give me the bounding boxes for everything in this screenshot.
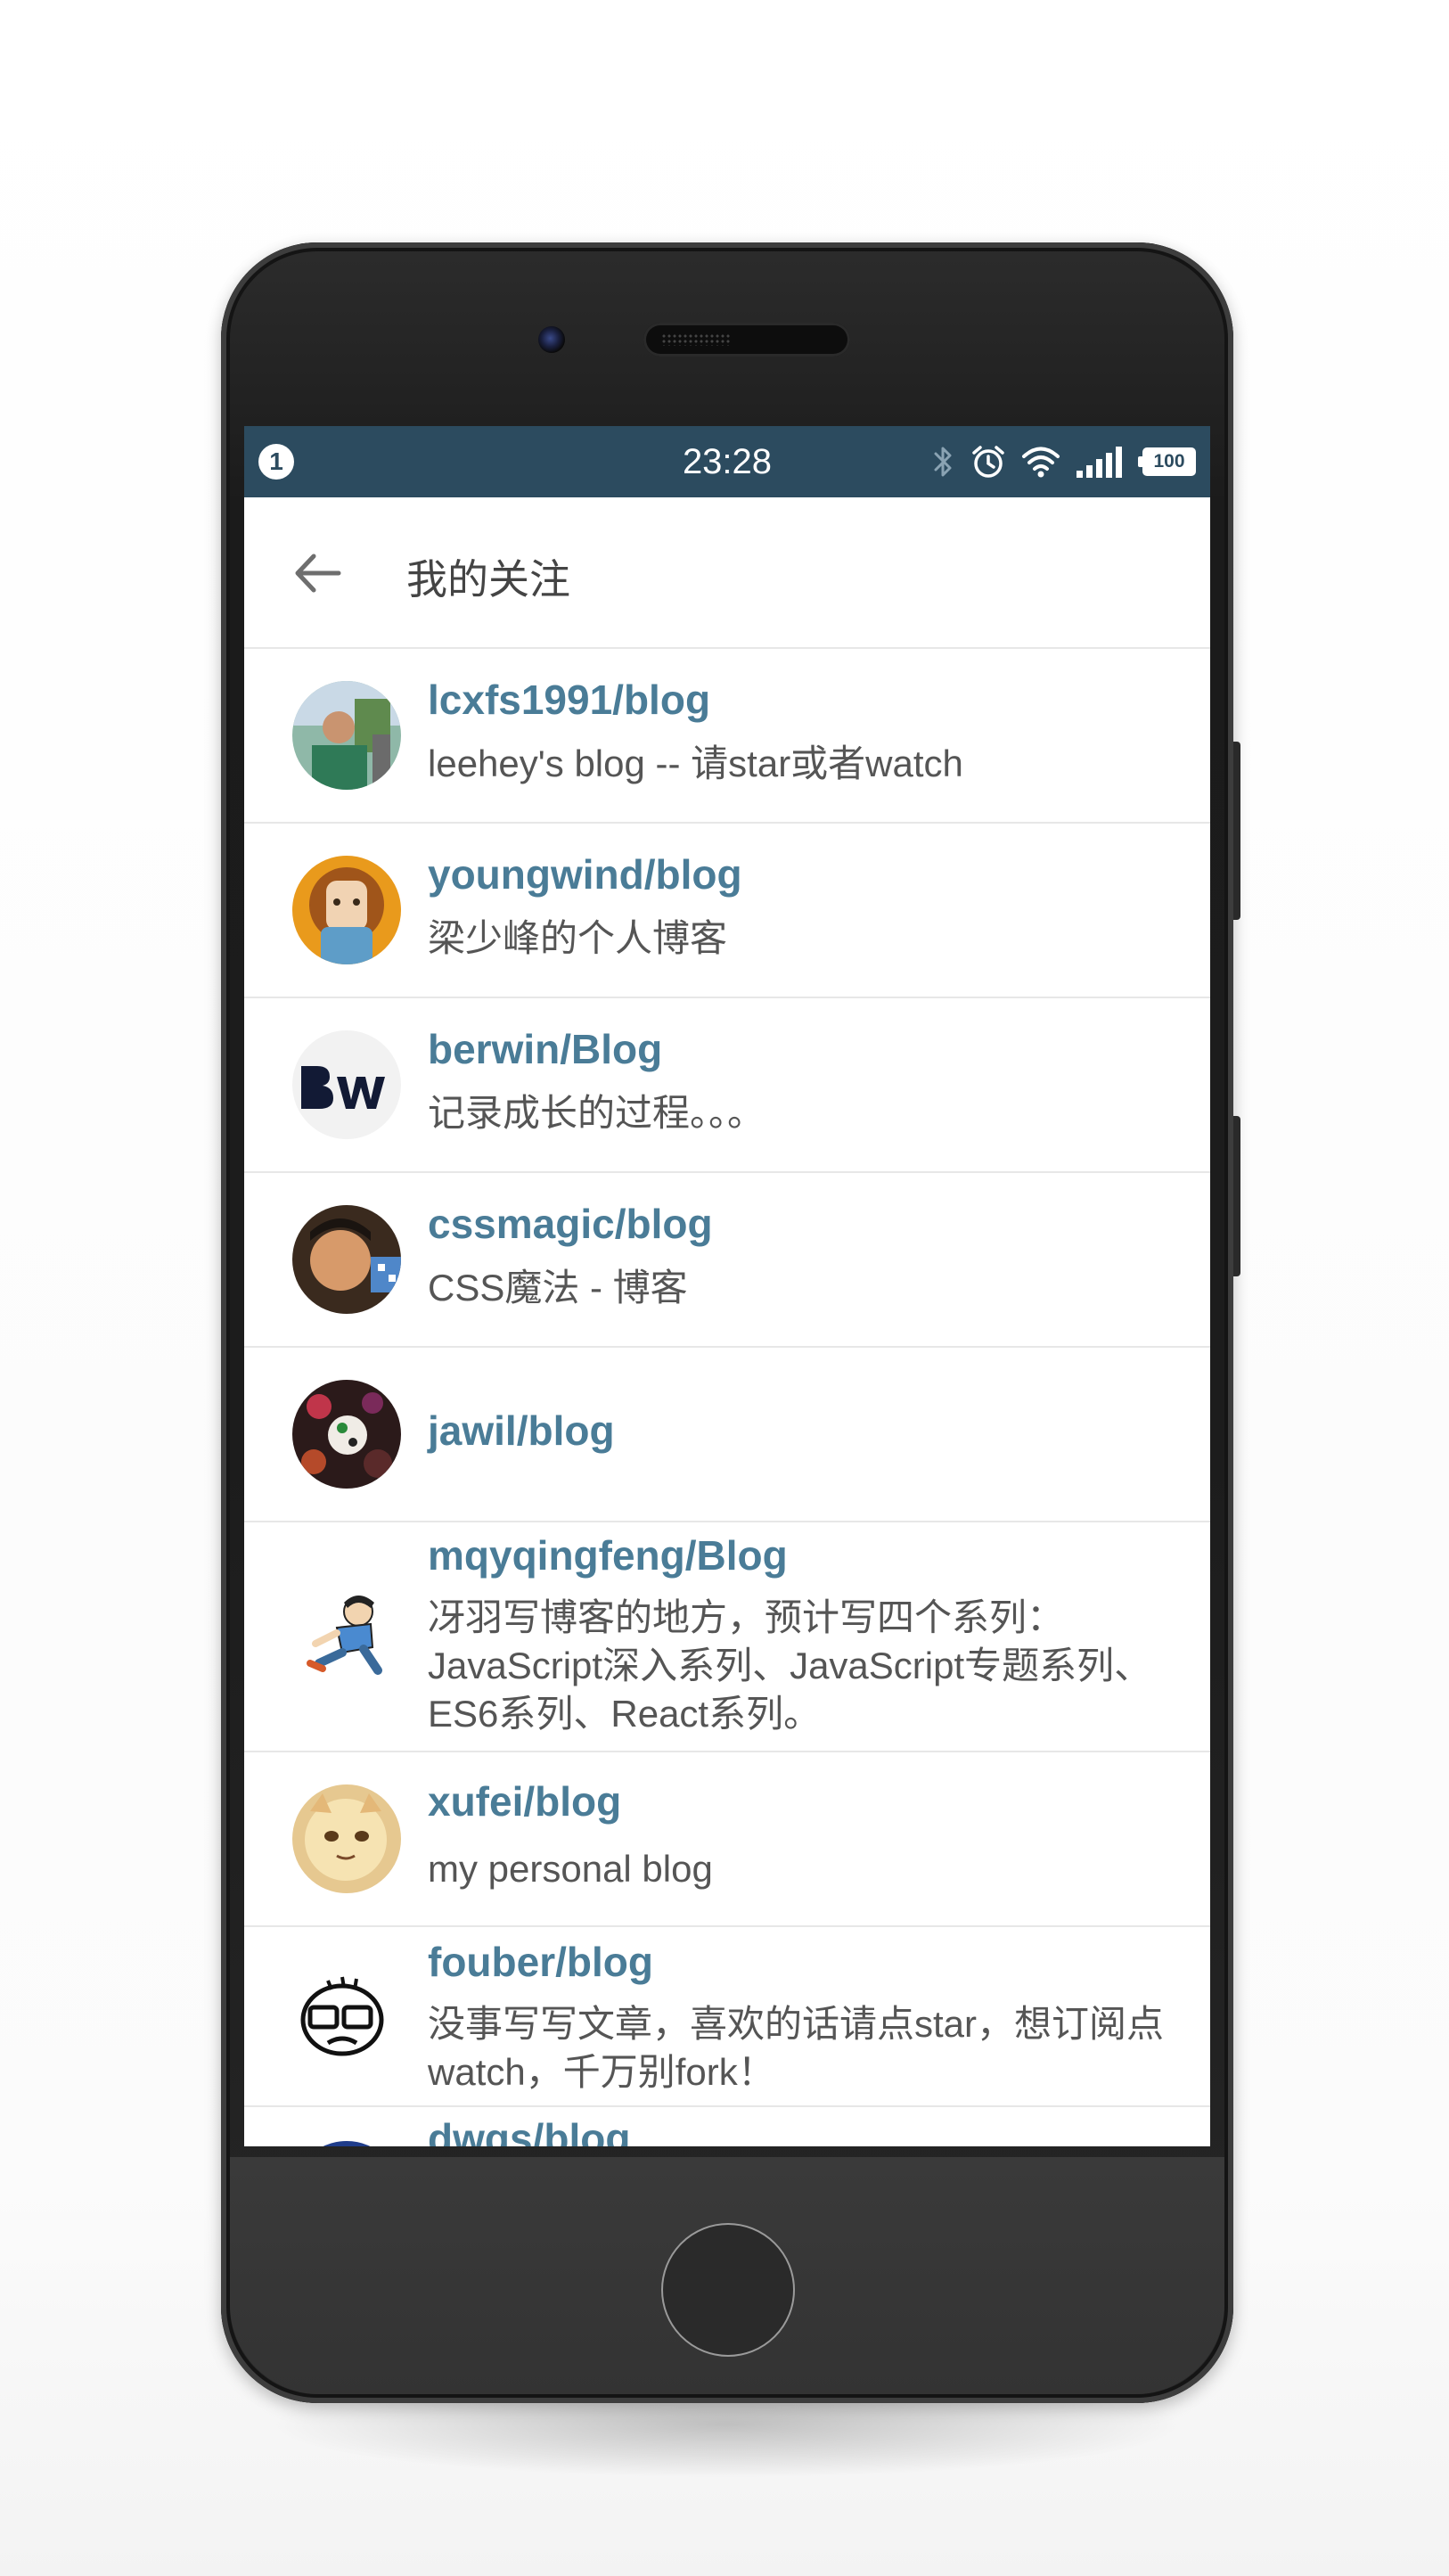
signal-icon bbox=[1077, 447, 1122, 478]
repo-description: 没事写写文章，喜欢的话请点star，想订阅点watch，千万别fork！ bbox=[428, 2003, 1165, 2093]
repo-name: berwin/Blog bbox=[428, 1026, 663, 1072]
list-item[interactable]: dwqs/blog bbox=[244, 2107, 1210, 2146]
avatar bbox=[292, 1784, 401, 1893]
battery-icon: 100 bbox=[1138, 447, 1196, 476]
home-button[interactable] bbox=[661, 2223, 795, 2357]
power-button bbox=[1233, 1116, 1240, 1276]
repo-name: dwqs/blog bbox=[428, 2115, 631, 2146]
repo-name: youngwind/blog bbox=[428, 851, 742, 898]
avatar bbox=[292, 681, 401, 790]
repo-description: leehey's blog -- 请star或者watch bbox=[428, 742, 963, 784]
repo-description: 记录成长的过程。。。 bbox=[428, 1092, 765, 1134]
repo-name: xufei/blog bbox=[428, 1778, 622, 1825]
avatar bbox=[292, 1030, 401, 1139]
volume-button bbox=[1233, 742, 1240, 920]
repo-description: CSS魔法 - 博客 bbox=[428, 1267, 688, 1309]
repo-description: my personal blog bbox=[428, 1848, 713, 1890]
earpiece-speaker bbox=[643, 323, 850, 357]
status-icons: 100 bbox=[932, 442, 1196, 481]
status-bar: 1 23:28 100 bbox=[244, 426, 1210, 497]
avatar bbox=[292, 1581, 401, 1690]
list-item[interactable]: xufei/blog my personal blog bbox=[244, 1752, 1210, 1927]
avatar bbox=[292, 2141, 401, 2146]
repo-name: cssmagic/blog bbox=[428, 1201, 713, 1247]
list-item[interactable]: lcxfs1991/blog leehey's blog -- 请star或者w… bbox=[244, 649, 1210, 824]
repo-name: mqyqingfeng/Blog bbox=[428, 1532, 788, 1579]
list-item[interactable]: mqyqingfeng/Blog 冴羽写博客的地方，预计写四个系列：JavaSc… bbox=[244, 1522, 1210, 1752]
back-button[interactable] bbox=[287, 542, 349, 604]
wifi-icon bbox=[1022, 447, 1060, 478]
list-item[interactable]: jawil/blog bbox=[244, 1348, 1210, 1522]
arrow-left-icon bbox=[295, 554, 341, 593]
bluetooth-icon bbox=[934, 447, 952, 477]
avatar bbox=[292, 1963, 401, 2071]
alarm-icon bbox=[972, 446, 1004, 478]
repo-name: lcxfs1991/blog bbox=[428, 677, 711, 723]
list-item[interactable]: fouber/blog 没事写写文章，喜欢的话请点star，想订阅点watch，… bbox=[244, 1927, 1210, 2107]
screen: 1 23:28 100 我的关注 lcxfs1991/blog leehey's… bbox=[244, 426, 1210, 2146]
app-bar: 我的关注 bbox=[244, 497, 1210, 649]
repo-description: 梁少峰的个人博客 bbox=[428, 917, 728, 959]
front-camera bbox=[538, 326, 565, 353]
speaker-grill bbox=[661, 333, 731, 346]
repo-name: fouber/blog bbox=[428, 1939, 653, 1985]
page-background: 1 23:28 100 我的关注 lcxfs1991/blog leehey's… bbox=[0, 0, 1449, 2576]
list-item[interactable]: cssmagic/blog CSS魔法 - 博客 bbox=[244, 1173, 1210, 1348]
avatar bbox=[292, 856, 401, 964]
phone-frame: 1 23:28 100 我的关注 lcxfs1991/blog leehey's… bbox=[221, 242, 1240, 2403]
repo-description: 冴羽写博客的地方，预计写四个系列：JavaScript深入系列、JavaScri… bbox=[428, 1596, 1152, 1735]
page-title: 我的关注 bbox=[406, 556, 570, 603]
repo-name: jawil/blog bbox=[428, 1407, 615, 1454]
list-item[interactable]: berwin/Blog 记录成长的过程。。。 bbox=[244, 998, 1210, 1173]
avatar bbox=[292, 1205, 401, 1314]
list-item[interactable]: youngwind/blog 梁少峰的个人博客 bbox=[244, 824, 1210, 998]
avatar bbox=[292, 1380, 401, 1489]
